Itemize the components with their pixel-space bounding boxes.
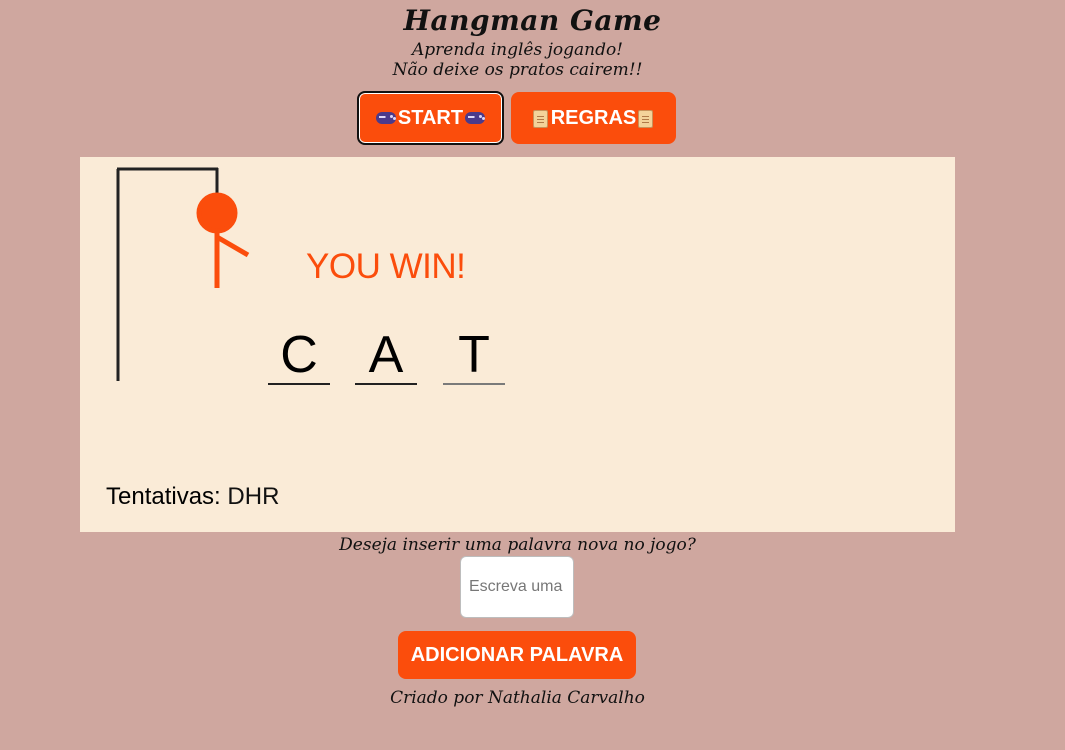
rules-button[interactable]: REGRAS [511, 92, 676, 144]
letter-slot: A [355, 327, 417, 385]
letter-slot: T [443, 327, 505, 385]
start-button-label: START [397, 106, 464, 129]
add-word-button[interactable]: ADICIONAR PALAVRA [398, 631, 636, 679]
hangman-head [196, 192, 238, 234]
scroll-icon [638, 109, 654, 128]
gamepad-icon [375, 109, 396, 127]
attempts-display: Tentativas: DHR [106, 483, 279, 511]
rules-button-label: REGRAS [550, 106, 637, 129]
subtitle-line-2: Não deixe os pratos cairem!! [392, 60, 643, 80]
page-subtitle: Aprenda inglês jogando! Não deixe os pra… [0, 40, 1035, 80]
add-word-question: Deseja inserir uma palavra nova no jogo? [339, 535, 696, 555]
page-title: Hangman Game [403, 4, 662, 37]
game-board: YOU WIN! C A T Tentativas: DHR [80, 157, 955, 532]
footer-credit: Criado por Nathalia Carvalho [390, 688, 645, 708]
gamepad-icon [465, 109, 486, 127]
subtitle-line-1: Aprenda inglês jogando! [411, 40, 624, 60]
attempts-letters: DHR [227, 483, 280, 510]
scroll-icon [532, 109, 549, 128]
hangman-figure [196, 192, 250, 288]
start-button[interactable]: START [357, 91, 504, 145]
hangman-arm-right [215, 234, 250, 258]
new-word-input[interactable] [460, 556, 574, 618]
letter-slot: C [268, 327, 330, 385]
hangman-drawing [116, 167, 250, 381]
game-status-message: YOU WIN! [306, 247, 466, 286]
attempts-label: Tentativas: [106, 483, 221, 510]
